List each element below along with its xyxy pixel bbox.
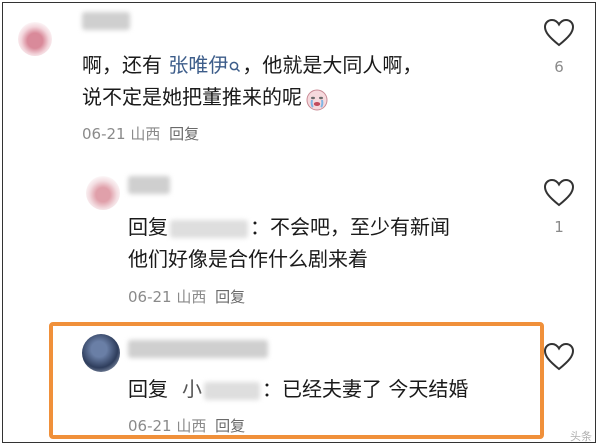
mention-link[interactable]: 张唯伊 (168, 53, 228, 77)
reply-text-line1: 回复 ：不会吧，至少有新闻 (128, 212, 450, 242)
reply-prefix: 回复 (128, 215, 168, 239)
reply-button[interactable]: 回复 (215, 288, 245, 306)
comment-text-line2: 说不定是她把董推来的呢 (82, 82, 330, 112)
username-redacted[interactable] (128, 340, 268, 358)
reply-text-continued: 他们好像是合作什么剧来着 (128, 247, 368, 271)
reply-text: ：已经夫妻了 今天结婚 (262, 377, 469, 401)
like-count: 6 (554, 58, 564, 76)
reply-target-redacted[interactable] (204, 381, 260, 400)
crying-face-emoji-icon (304, 86, 330, 112)
reply-date: 06-21 (128, 288, 172, 306)
username-redacted[interactable] (128, 176, 170, 194)
reply-button[interactable]: 回复 (169, 125, 199, 143)
reply-text: ：不会吧，至少有新闻 (250, 215, 450, 239)
like-button[interactable] (541, 18, 577, 48)
avatar[interactable] (18, 22, 52, 56)
reply-text-line1: 回复小 ：已经夫妻了 今天结婚 (128, 374, 468, 404)
like-count: 1 (554, 218, 564, 236)
reply-meta: 06-21 山西 回复 (128, 286, 245, 307)
heart-outline-icon (543, 342, 575, 371)
comment-text-prefix: 啊，还有 (82, 53, 169, 77)
reply-target-name[interactable]: 小 (182, 377, 202, 401)
avatar[interactable] (82, 334, 120, 372)
comment-meta: 06-21 山西 回复 (82, 123, 199, 144)
avatar[interactable] (86, 176, 120, 210)
comment-text-line1: 啊，还有 张唯伊 ，他就是大同人啊， (82, 50, 422, 80)
reply-target-redacted[interactable] (170, 219, 248, 238)
reply-location: 山西 (176, 417, 207, 435)
reply-location: 山西 (176, 288, 207, 306)
username-redacted[interactable] (82, 12, 130, 30)
reply-prefix: 回复 (128, 377, 168, 401)
reply-text-line2: 他们好像是合作什么剧来着 (128, 244, 368, 274)
reply-date: 06-21 (128, 417, 172, 435)
like-button[interactable] (541, 178, 577, 208)
comment-text: 说不定是她把董推来的呢 (82, 85, 302, 109)
watermark: 头条 (570, 430, 592, 443)
heart-outline-icon (543, 178, 575, 207)
reply-button[interactable]: 回复 (215, 417, 245, 435)
comment-text-suffix: ，他就是大同人啊， (242, 53, 423, 77)
heart-outline-icon (543, 18, 575, 47)
like-button[interactable] (541, 342, 577, 372)
reply-meta: 06-21 山西 回复 (128, 415, 245, 436)
comment-location: 山西 (130, 125, 161, 143)
comment-date: 06-21 (82, 125, 126, 143)
search-icon[interactable] (228, 52, 242, 73)
